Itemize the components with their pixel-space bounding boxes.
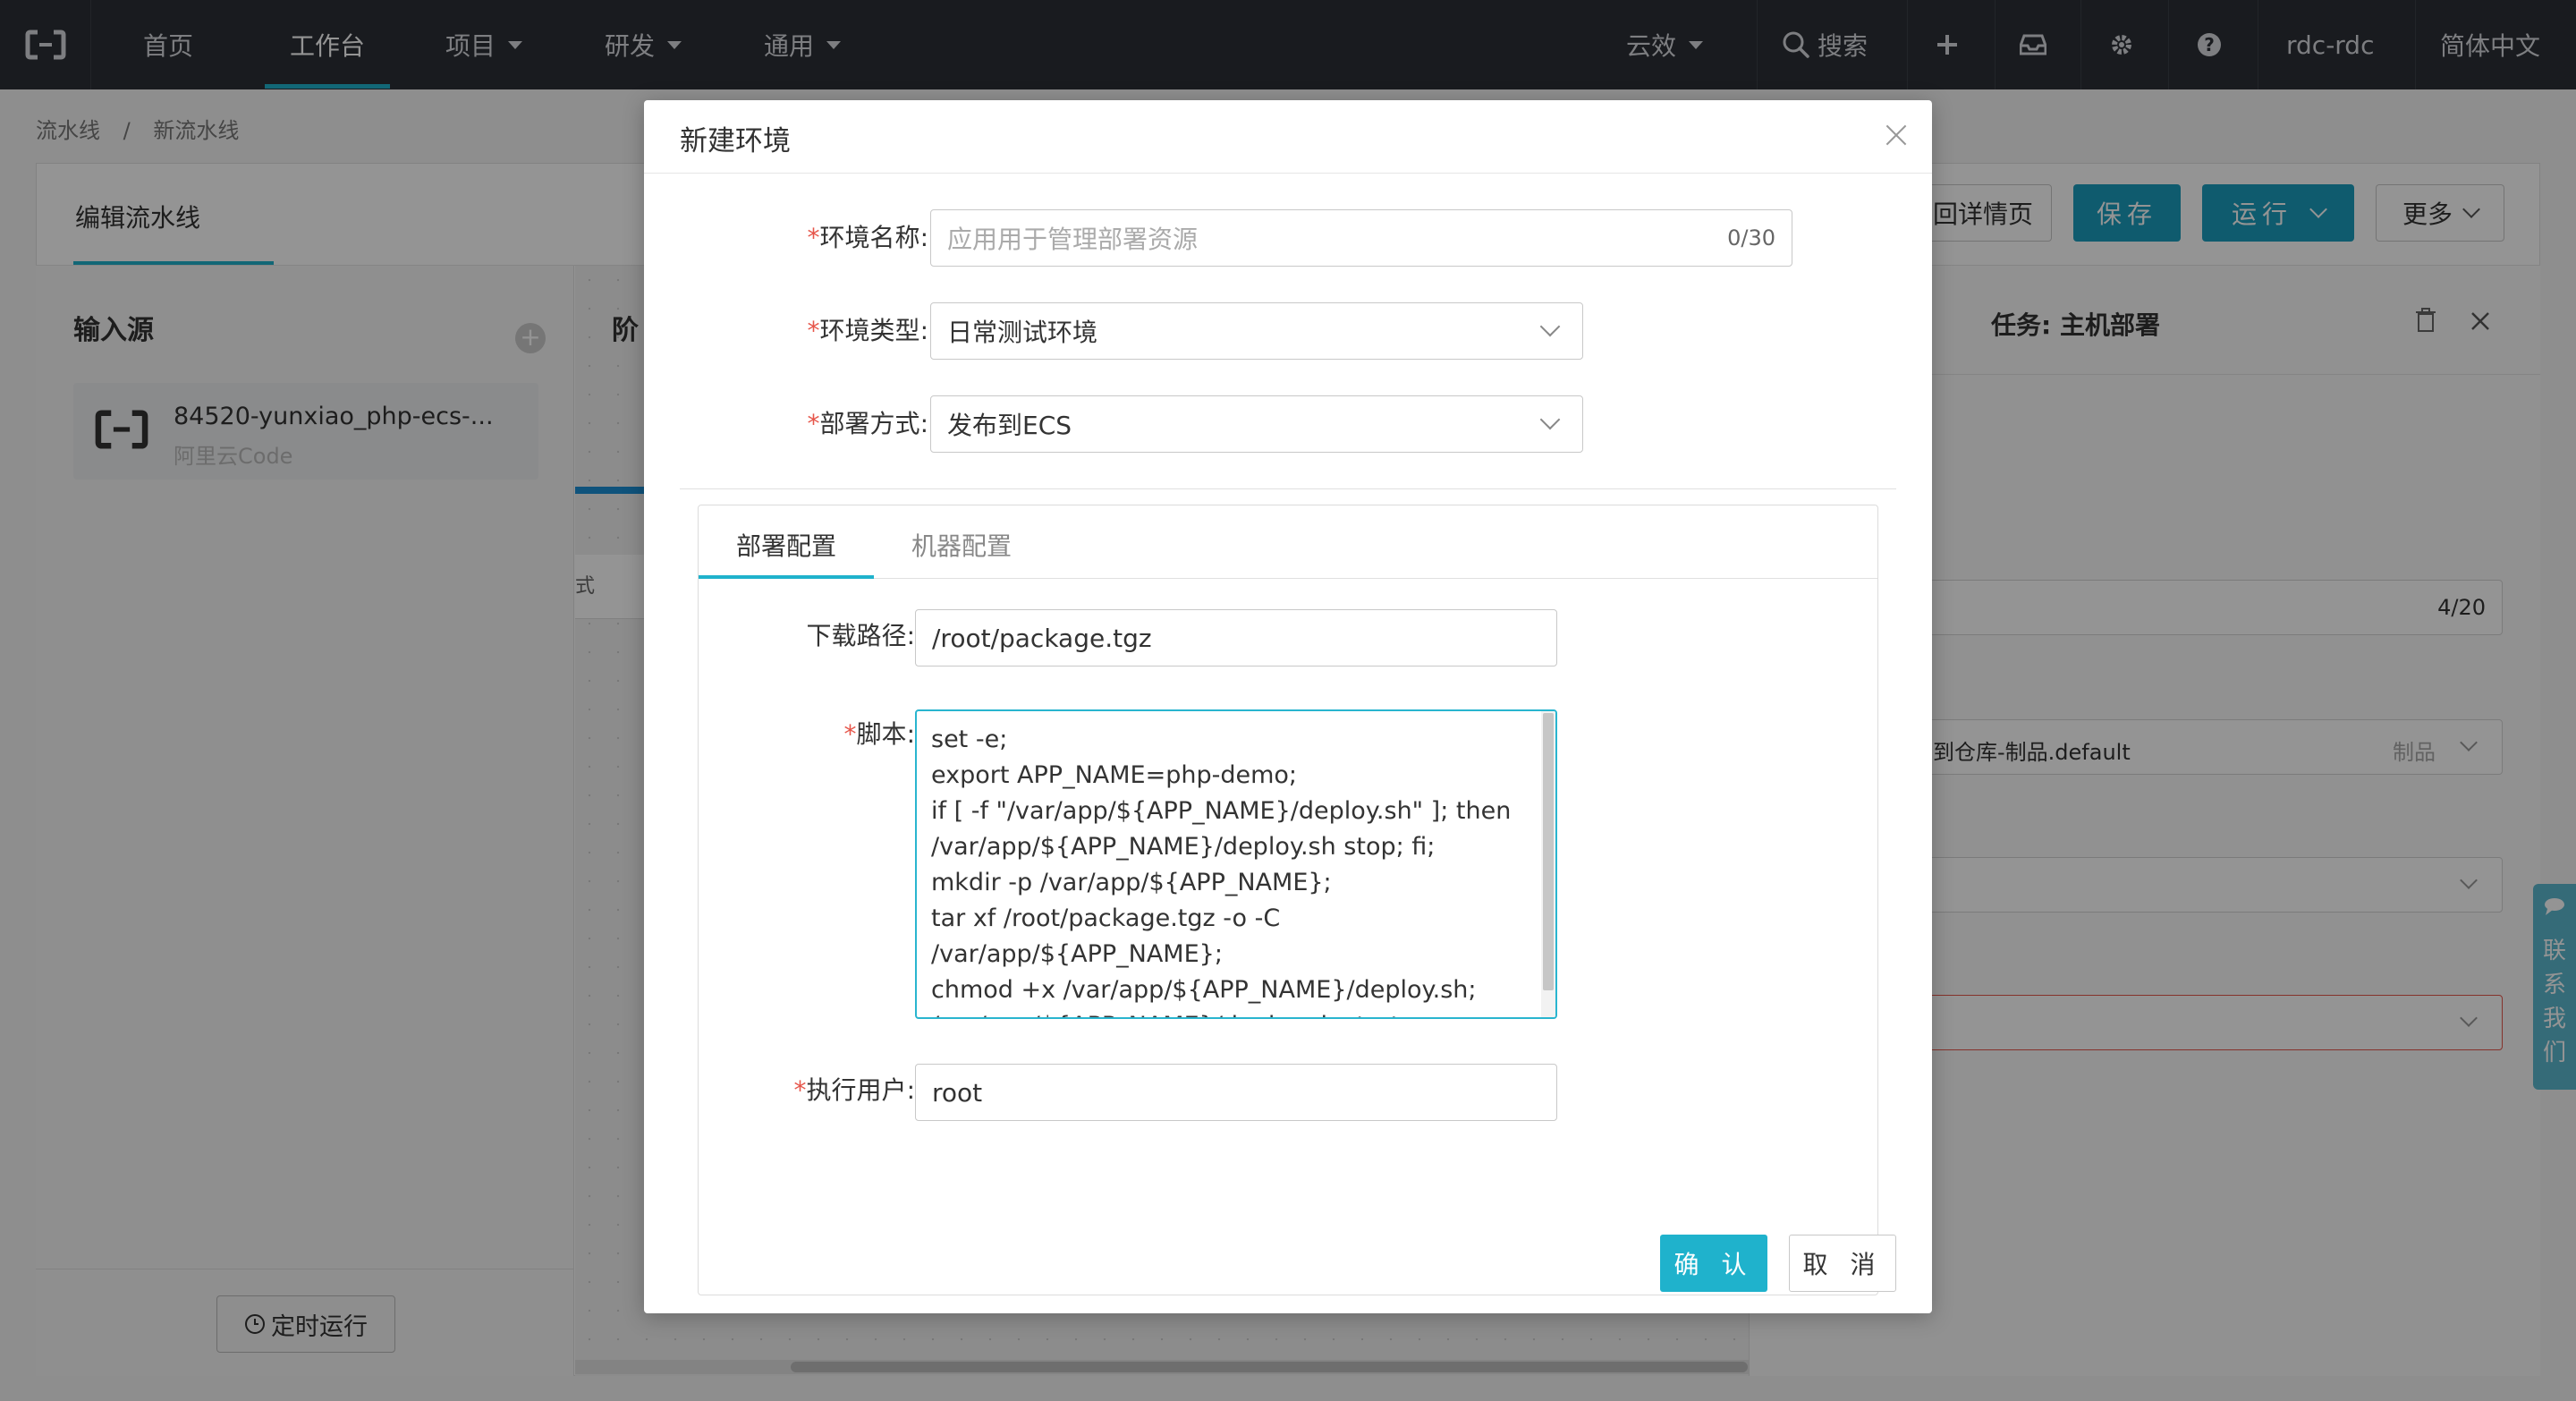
- tab-active-indicator: [699, 575, 874, 579]
- deploy-method-value: 发布到ECS: [947, 411, 1072, 440]
- tab-machine-config[interactable]: 机器配置: [911, 527, 1012, 563]
- download-path-value: /root/package.tgz: [932, 623, 1152, 653]
- script-line: if [ -f "/var/app/${APP_NAME}/deploy.sh"…: [931, 797, 1512, 825]
- env-type-value: 日常测试环境: [947, 318, 1098, 347]
- confirm-button[interactable]: 确 认: [1660, 1235, 1767, 1292]
- download-path-label-text: 下载路径: [806, 621, 907, 650]
- close-icon[interactable]: [1878, 118, 1914, 154]
- deploy-config-box: 部署配置 机器配置 下载路径: /root/package.tgz *脚本: s…: [698, 505, 1878, 1295]
- env-type-label: *环境类型:: [807, 316, 928, 345]
- dialog-title: 新建环境: [680, 125, 791, 157]
- required-mark: *: [807, 223, 820, 252]
- env-type-label-text: 环境类型: [819, 316, 920, 345]
- required-mark: *: [807, 316, 820, 345]
- required-mark: *: [807, 409, 820, 438]
- config-tabs: 部署配置 机器配置: [699, 505, 1877, 579]
- script-label-text: 脚本: [856, 719, 907, 749]
- env-name-label: *环境名称:: [807, 223, 928, 252]
- dialog-header: 新建环境: [644, 100, 1932, 174]
- script-line: /var/app/${APP_NAME}/deploy.sh stop; fi;: [931, 833, 1436, 861]
- env-name-placeholder: 应用用于管理部署资源: [947, 225, 1199, 254]
- chevron-down-icon: [1539, 316, 1561, 337]
- cancel-button[interactable]: 取 消: [1789, 1235, 1896, 1292]
- new-environment-dialog: 新建环境 *环境名称: 应用用于管理部署资源 0/30 *环境类型: 日常测试环…: [644, 100, 1932, 1313]
- env-name-counter: 0/30: [1727, 225, 1775, 250]
- script-line: chmod +x /var/app/${APP_NAME}/deploy.sh;: [931, 976, 1477, 1004]
- textarea-scrollbar-thumb[interactable]: [1543, 713, 1554, 990]
- download-path-input[interactable]: /root/package.tgz: [915, 609, 1557, 667]
- script-label: *脚本:: [843, 719, 915, 749]
- deploy-method-select[interactable]: 发布到ECS: [930, 395, 1583, 453]
- exec-user-label: *执行用户:: [793, 1075, 915, 1105]
- env-name-input[interactable]: 应用用于管理部署资源 0/30: [930, 209, 1792, 267]
- script-line: export APP_NAME=php-demo;: [931, 761, 1298, 789]
- tab-deploy-config[interactable]: 部署配置: [736, 527, 836, 563]
- script-line: /var/app/${APP_NAME};: [931, 940, 1223, 968]
- env-name-label-text: 环境名称: [819, 223, 920, 252]
- deploy-method-label-text: 部署方式: [819, 409, 920, 438]
- script-line: tar xf /root/package.tgz -o -C: [931, 904, 1281, 932]
- exec-user-input[interactable]: root: [915, 1064, 1557, 1121]
- chevron-down-icon: [1539, 409, 1561, 430]
- cancel-label: 取 消: [1802, 1250, 1883, 1279]
- deploy-method-label: *部署方式:: [807, 409, 928, 438]
- confirm-label: 确 认: [1674, 1250, 1754, 1279]
- exec-user-label-text: 执行用户: [806, 1075, 907, 1105]
- required-mark: *: [843, 719, 857, 749]
- download-path-label: 下载路径:: [806, 621, 915, 650]
- script-line: /var/app/${APP_NAME}/deploy.sh start;: [931, 1008, 1541, 1017]
- divider: [680, 488, 1896, 489]
- env-type-select[interactable]: 日常测试环境: [930, 302, 1583, 360]
- script-textarea[interactable]: set -e; export APP_NAME=php-demo; if [ -…: [915, 709, 1557, 1019]
- script-line: mkdir -p /var/app/${APP_NAME};: [931, 869, 1332, 896]
- required-mark: *: [793, 1075, 807, 1105]
- exec-user-value: root: [932, 1077, 983, 1108]
- script-line: set -e;: [931, 726, 1008, 753]
